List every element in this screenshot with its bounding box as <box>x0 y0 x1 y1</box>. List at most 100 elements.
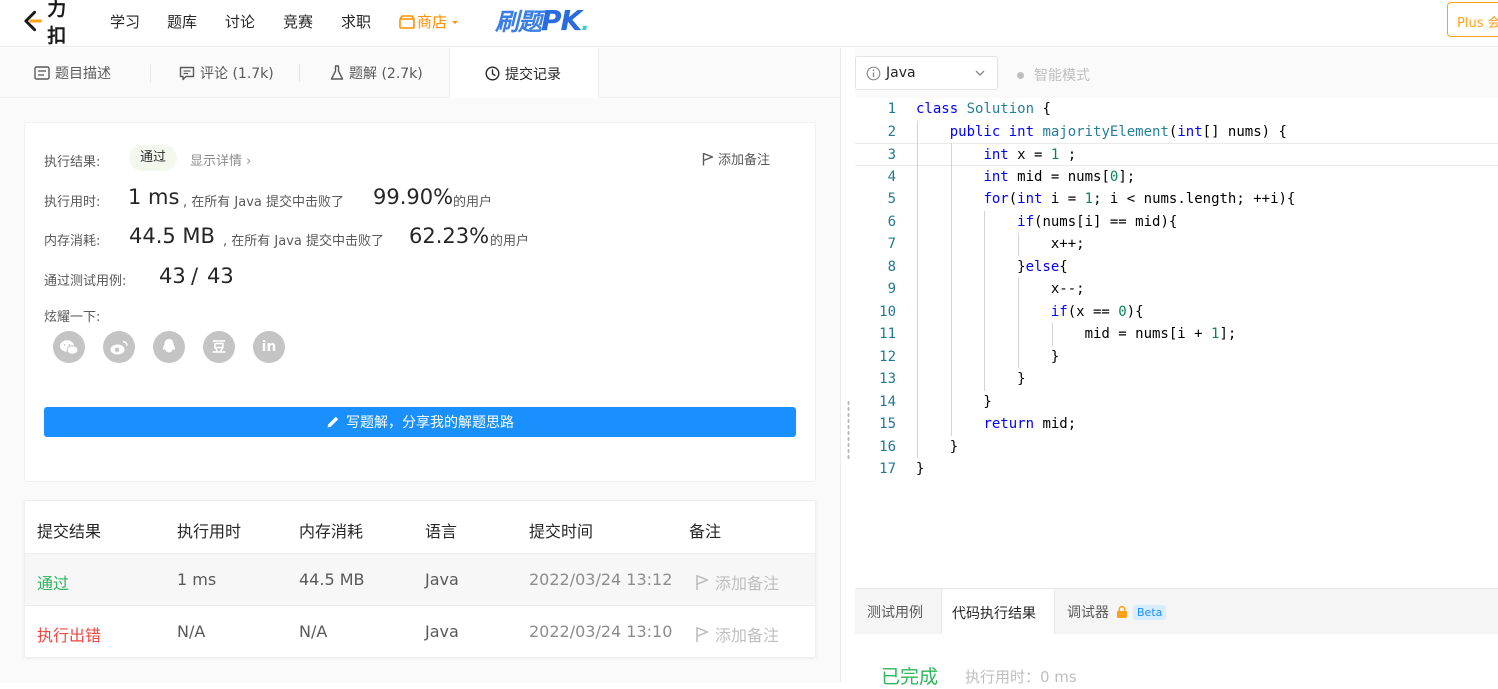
tab-description[interactable]: 题目描述 <box>34 48 111 98</box>
code-text: if(nums[i] == mid){ <box>1017 213 1178 230</box>
code-text: return mid; <box>983 416 1077 432</box>
store-icon <box>399 14 415 29</box>
line-number: 8 <box>887 258 896 275</box>
flag-icon <box>696 574 709 590</box>
linkedin-icon[interactable]: in <box>253 331 285 363</box>
row-add-note[interactable]: 添加备注 <box>695 622 779 646</box>
runtime-percent: 99.90% <box>373 185 454 209</box>
leetcode-logo[interactable]: 力扣 <box>22 0 86 47</box>
code-text: public int majorityElement(int[] nums) { <box>949 123 1287 140</box>
line-number: 5 <box>887 191 896 207</box>
line-number: 15 <box>879 416 896 432</box>
description-icon <box>34 66 50 80</box>
line-number: 3 <box>887 147 896 163</box>
code-text: } <box>916 461 925 477</box>
tab-solutions[interactable]: 题解 (2.7k) <box>330 48 423 98</box>
table-row[interactable]: 通过 1 ms 44.5 MB Java 2022/03/24 13:12 添加… <box>25 553 815 605</box>
nav-store[interactable]: 商店 <box>399 11 462 32</box>
code-line[interactable]: 1 class Solution { <box>855 98 1498 121</box>
wechat-icon[interactable] <box>53 331 85 363</box>
write-solution-label: 写题解，分享我的解题思路 <box>346 415 514 431</box>
tab-submissions[interactable]: 提交记录 <box>449 48 599 99</box>
show-detail-link[interactable]: 显示详情 › <box>190 150 251 169</box>
submission-panel: 执行结果: 通过 显示详情 › 添加备注 执行用时: 1 ms , 在所有 Ja… <box>0 98 840 683</box>
nav-contest[interactable]: 竞赛 <box>283 11 313 32</box>
tab-debugger[interactable]: 调试器 Beta <box>1067 589 1167 635</box>
line-number: 17 <box>879 461 896 477</box>
col-header-result: 提交结果 <box>37 522 102 541</box>
line-number: 13 <box>879 371 896 387</box>
language-value: Java <box>886 65 916 81</box>
row-language: Java <box>425 622 459 641</box>
memory-value: 44.5 MB <box>129 224 215 248</box>
runtime-label: 执行用时: <box>44 195 101 210</box>
memory-percent: 62.23% <box>409 224 490 248</box>
line-number: 11 <box>879 326 896 342</box>
table-row[interactable]: 执行出错 N/A N/A Java 2022/03/24 13:10 添加备注 <box>25 605 815 657</box>
testcase-separator: / <box>191 264 199 288</box>
tab-separator <box>150 64 151 82</box>
row-result[interactable]: 执行出错 <box>37 622 101 646</box>
nav-problems[interactable]: 题库 <box>167 11 197 32</box>
run-exec-time: 执行用时：0 ms <box>965 668 1077 686</box>
col-header-runtime: 执行用时 <box>177 522 242 541</box>
nav-learn[interactable]: 学习 <box>110 11 140 32</box>
tab-comments-label: 评论 (1.7k) <box>200 66 274 82</box>
douban-icon[interactable]: 豆 <box>203 331 235 363</box>
line-number: 7 <box>887 236 896 252</box>
code-text: class Solution { <box>916 101 1051 117</box>
code-text: int x = 1 ; <box>983 147 1077 163</box>
qq-icon[interactable] <box>153 331 185 363</box>
row-memory: 44.5 MB <box>299 570 365 589</box>
write-solution-button[interactable]: 写题解，分享我的解题思路 <box>44 407 796 437</box>
line-number: 12 <box>879 348 896 365</box>
code-text: } <box>916 438 959 455</box>
tab-testcase[interactable]: 测试用例 <box>867 589 923 635</box>
testcase-total: 43 <box>207 264 234 288</box>
nav-jobs[interactable]: 求职 <box>341 11 371 32</box>
col-header-memory: 内存消耗 <box>299 522 364 541</box>
indent-guide <box>1018 233 1020 256</box>
row-add-note-label: 添加备注 <box>715 626 780 645</box>
pk-logo-dot: . <box>581 11 589 36</box>
flag-icon <box>696 626 709 642</box>
indent-guide <box>950 143 952 436</box>
tab-run-result[interactable]: 代码执行结果 <box>941 589 1055 636</box>
smart-mode-toggle[interactable]: 智能模式 <box>1017 65 1090 85</box>
panel-resizer[interactable] <box>840 48 854 683</box>
code-text: x--; <box>916 281 1085 297</box>
row-runtime: N/A <box>177 622 206 641</box>
line-number: 9 <box>887 281 896 297</box>
code-line[interactable]: 2 public int majorityElement(int[] nums)… <box>855 121 1498 144</box>
lock-icon <box>1117 605 1127 618</box>
smart-mode-dot <box>1017 71 1024 79</box>
tab-comments[interactable]: 评论 (1.7k) <box>179 48 274 98</box>
code-editor[interactable]: 1 class Solution {2 public int majorityEl… <box>855 98 1498 588</box>
run-status: 已完成 <box>881 666 939 688</box>
problem-tabs: 题目描述 评论 (1.7k) 题解 (2.7k) 提交记录 <box>0 48 840 99</box>
language-select[interactable]: Java <box>855 56 998 90</box>
line-number: 4 <box>887 168 896 185</box>
code-line[interactable]: 16 } <box>855 436 1498 459</box>
pk-logo-big: PK <box>541 4 582 37</box>
leetcode-logo-icon <box>24 10 42 32</box>
top-nav: 力扣 学习 题库 讨论 竞赛 求职 商店 刷题PK. Plus 会 <box>0 0 1498 47</box>
weibo-icon[interactable] <box>103 331 135 363</box>
tab-submissions-label: 提交记录 <box>505 66 561 83</box>
pk-logo[interactable]: 刷题PK. <box>495 2 590 37</box>
code-text: int mid = nums[0]; <box>983 168 1136 185</box>
plus-membership-button[interactable]: Plus 会 <box>1447 2 1498 37</box>
tab-run-result-label: 代码执行结果 <box>952 605 1036 622</box>
row-result[interactable]: 通过 <box>37 570 69 594</box>
nav-discuss[interactable]: 讨论 <box>225 11 255 32</box>
caret-down-icon <box>452 20 459 24</box>
code-text: } <box>916 371 1026 387</box>
indent-guide <box>917 120 918 458</box>
beta-badge: Beta <box>1133 604 1167 620</box>
resize-grip[interactable] <box>847 400 850 460</box>
add-note-button[interactable]: 添加备注 <box>702 149 770 168</box>
code-line[interactable]: 17} <box>855 458 1498 481</box>
memory-users-text: 的用户 <box>490 234 530 249</box>
row-add-note[interactable]: 添加备注 <box>695 570 779 594</box>
memory-label: 内存消耗: <box>44 234 101 249</box>
